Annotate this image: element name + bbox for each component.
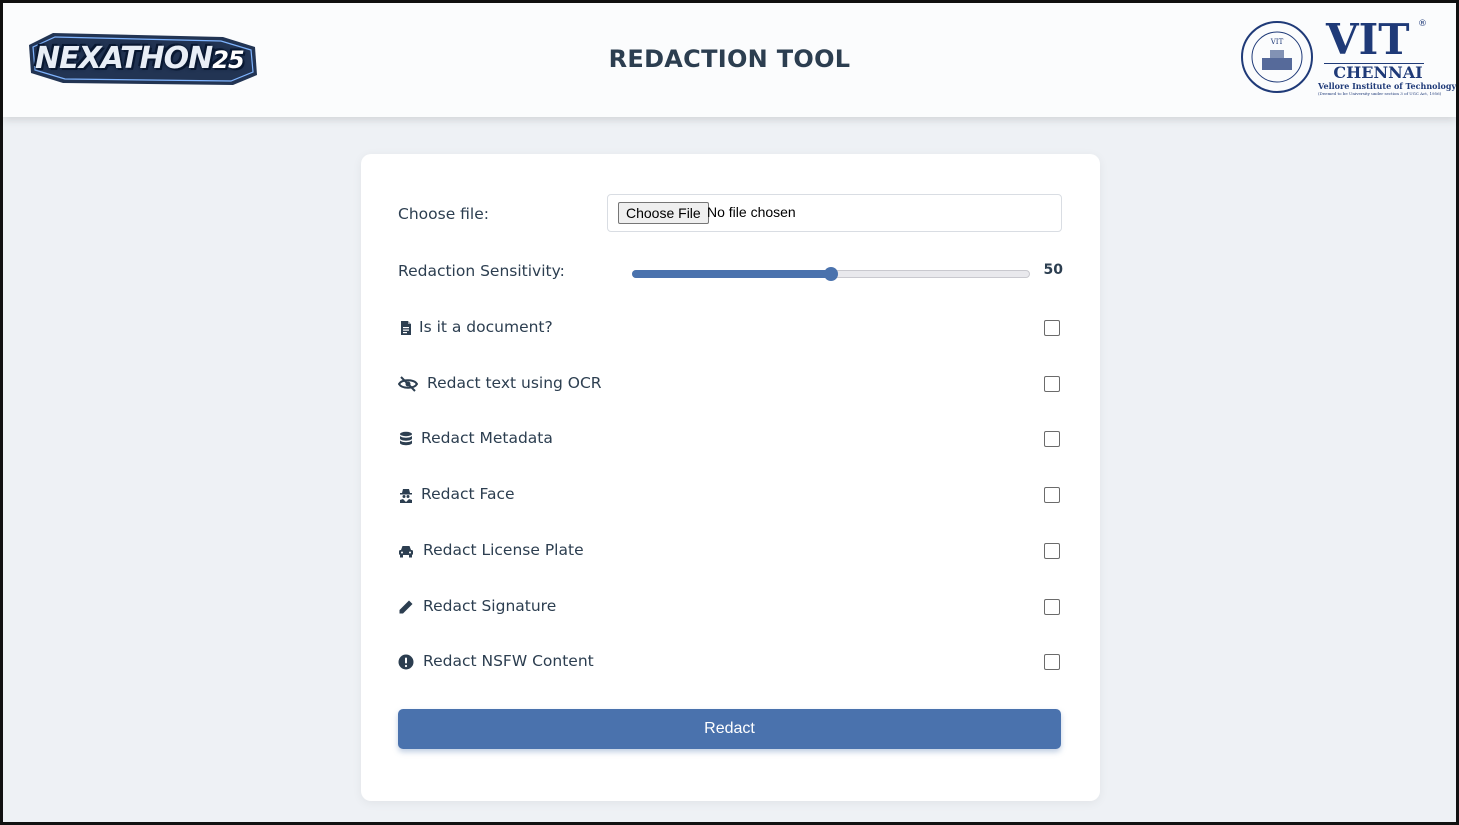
vit-chennai-logo: VIT VIT ® CHENNAI Vellore Institute of T… — [1238, 15, 1457, 101]
file-label: Choose file: — [398, 205, 489, 223]
option-license-plate: Redact License Plate — [398, 535, 1063, 565]
sensitivity-label: Redaction Sensitivity: — [398, 262, 565, 280]
file-icon — [401, 321, 411, 335]
option-label: Redact Face — [421, 485, 515, 503]
option-label: Redact NSFW Content — [423, 652, 594, 670]
redact-button[interactable]: Redact — [398, 709, 1061, 749]
pen-icon — [399, 600, 413, 614]
face-checkbox[interactable] — [1044, 487, 1060, 503]
option-metadata: Redact Metadata — [398, 423, 1063, 453]
registered-mark: ® — [1418, 19, 1427, 29]
vit-seal-icon: VIT — [1241, 21, 1313, 93]
license-plate-checkbox[interactable] — [1044, 543, 1060, 559]
vit-name: VIT — [1326, 15, 1410, 64]
option-label: Redact Signature — [423, 597, 557, 615]
option-face: Redact Face — [398, 479, 1063, 509]
option-ocr: Redact text using OCR — [398, 368, 1063, 398]
option-signature: Redact Signature — [398, 591, 1063, 621]
seal-text: VIT — [1270, 38, 1284, 46]
option-label: Redact Metadata — [421, 429, 553, 447]
sensitivity-slider-thumb[interactable] — [824, 267, 838, 281]
option-label: Redact License Plate — [423, 541, 584, 559]
user-secret-icon — [400, 489, 412, 503]
option-nsfw: Redact NSFW Content — [398, 646, 1063, 676]
option-label: Redact text using OCR — [427, 374, 602, 392]
choose-file-button[interactable]: Choose File — [618, 202, 709, 224]
vit-full-name: Vellore Institute of Technology — [1318, 81, 1457, 91]
eye-slash-icon — [398, 376, 418, 392]
vit-deemed-note: (Deemed to be University under section 3… — [1318, 91, 1442, 96]
redaction-form-card: Choose file: Choose File No file chosen … — [361, 154, 1100, 801]
nsfw-checkbox[interactable] — [1044, 654, 1060, 670]
sensitivity-value: 50 — [1043, 262, 1063, 278]
option-label: Is it a document? — [419, 318, 553, 336]
file-input[interactable]: Choose File No file chosen — [607, 194, 1062, 232]
ocr-checkbox[interactable] — [1044, 376, 1060, 392]
option-document: Is it a document? — [398, 312, 1063, 342]
metadata-checkbox[interactable] — [1044, 431, 1060, 447]
database-icon — [400, 431, 412, 446]
file-status: No file chosen — [707, 204, 796, 220]
signature-checkbox[interactable] — [1044, 599, 1060, 615]
document-checkbox[interactable] — [1044, 320, 1060, 336]
exclamation-circle-icon — [398, 654, 414, 670]
car-icon — [399, 546, 413, 558]
file-row: Choose file: Choose File No file chosen — [398, 194, 1063, 232]
vit-city: CHENNAI — [1333, 63, 1423, 82]
sensitivity-row: Redaction Sensitivity: 50 — [398, 256, 1063, 286]
sensitivity-slider-fill — [632, 270, 831, 278]
app-header: NEXATHON25 REDACTION TOOL VIT VIT ® CHEN… — [3, 3, 1456, 117]
